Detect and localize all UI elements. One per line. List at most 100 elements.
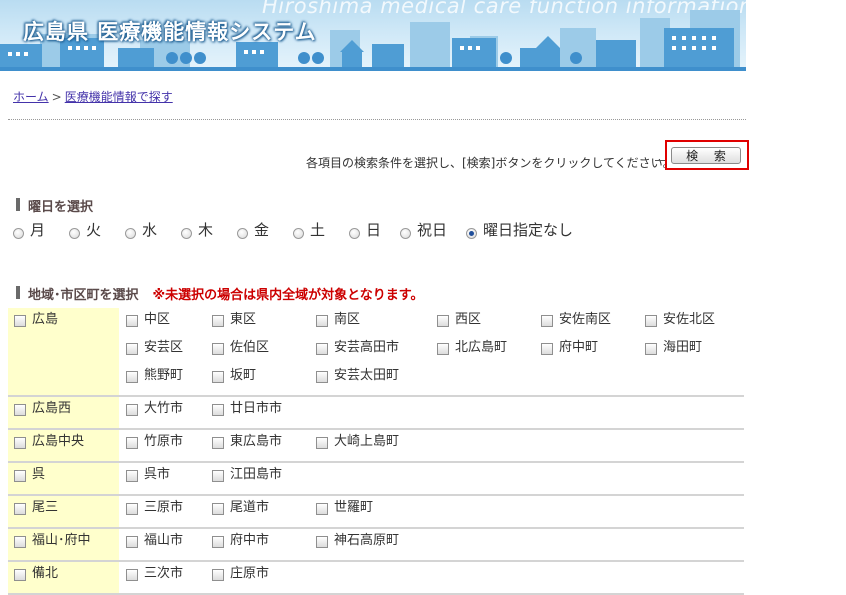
search-instruction: 各項目の検索条件を選択し、[検索]ボタンをクリックしてください。 [306, 156, 675, 170]
area-label: 安佐北区 [663, 312, 716, 327]
area-checkbox[interactable] [126, 343, 138, 355]
area-checkbox[interactable] [126, 404, 138, 416]
area-checkbox[interactable] [316, 315, 328, 327]
breadcrumb-separator: > [51, 90, 62, 104]
region-checkbox[interactable] [14, 315, 26, 327]
area-checkbox[interactable] [316, 371, 328, 383]
area-label: 大竹市 [144, 401, 184, 416]
area-checkbox[interactable] [126, 315, 138, 327]
area-checkbox[interactable] [316, 437, 328, 449]
heading-bar-marker [16, 198, 20, 211]
region-row: 呉 呉市 江田島市 [8, 463, 744, 496]
region-cell: 尾三 [8, 496, 119, 527]
area-checkbox[interactable] [212, 536, 224, 548]
search-button[interactable]: 検 索 [671, 147, 741, 164]
area-label: 大崎上島町 [334, 434, 400, 449]
area-label: 中区 [144, 312, 171, 327]
area-checkbox[interactable] [212, 470, 224, 482]
day-radio[interactable] [400, 228, 411, 239]
area-label: 安芸区 [144, 340, 184, 355]
region-label: 呉 [32, 467, 46, 482]
region-cell: 広島中央 [8, 430, 119, 461]
day-radio[interactable] [466, 228, 477, 239]
day-radio[interactable] [125, 228, 136, 239]
area-label: 北広島町 [455, 340, 508, 355]
area-label: 西区 [455, 312, 482, 327]
area-heading-text: 地域･市区町を選択 [28, 288, 139, 303]
area-label: 三原市 [144, 500, 184, 515]
region-cell: 備北 [8, 562, 119, 593]
region-checkbox[interactable] [14, 470, 26, 482]
area-checkbox[interactable] [437, 315, 449, 327]
day-option-label: 木 [198, 221, 214, 239]
breadcrumb-home-link[interactable]: ホーム [13, 90, 49, 104]
area-checkbox[interactable] [126, 470, 138, 482]
area-checkbox[interactable] [212, 437, 224, 449]
day-option-label: 水 [142, 221, 158, 239]
day-heading-text: 曜日を選択 [28, 200, 94, 215]
area-checkbox[interactable] [126, 569, 138, 581]
area-checkbox[interactable] [316, 503, 328, 515]
area-label: 東区 [230, 312, 257, 327]
area-label: 海田町 [663, 340, 703, 355]
area-checkbox[interactable] [126, 371, 138, 383]
region-checkbox[interactable] [14, 404, 26, 416]
area-label: 安佐南区 [559, 312, 612, 327]
area-checkbox[interactable] [212, 315, 224, 327]
region-checkbox[interactable] [14, 536, 26, 548]
day-radio[interactable] [69, 228, 80, 239]
day-option-label: 日 [366, 221, 382, 239]
region-label: 広島 [32, 312, 59, 327]
region-row: 尾三 三原市 尾道市 世羅町 [8, 496, 744, 529]
area-checkbox[interactable] [645, 343, 657, 355]
region-cell: 呉 [8, 463, 119, 494]
area-checkbox[interactable] [645, 315, 657, 327]
area-label: 庄原市 [230, 566, 270, 581]
area-label: 神石高原町 [334, 533, 400, 548]
region-cell: 広島 [8, 308, 119, 395]
day-radio[interactable] [349, 228, 360, 239]
area-label: 熊野町 [144, 368, 184, 383]
area-label: 府中町 [559, 340, 599, 355]
region-checkbox[interactable] [14, 503, 26, 515]
area-label: 廿日市市 [230, 401, 283, 416]
breadcrumb: ホーム > 医療機能情報で探す [13, 88, 173, 105]
region-row: 福山･府中 福山市 府中市 神石高原町 [8, 529, 744, 562]
header-title: 広島県 医療機能情報システム [23, 20, 317, 44]
area-checkbox[interactable] [126, 437, 138, 449]
day-radio[interactable] [293, 228, 304, 239]
region-checkbox[interactable] [14, 569, 26, 581]
area-checkbox[interactable] [541, 343, 553, 355]
area-label: 安芸高田市 [334, 340, 400, 355]
area-checkbox[interactable] [541, 315, 553, 327]
day-option-label: 火 [86, 221, 102, 239]
area-checkbox[interactable] [212, 371, 224, 383]
area-selection-table: 広島 中区 東区 南区 西区 安佐南区 安佐北区 安芸区 佐伯区 安芸高田市 北広島町 府中町 海田町熊… [8, 308, 744, 595]
area-checkbox[interactable] [126, 536, 138, 548]
area-checkbox[interactable] [212, 503, 224, 515]
area-label: 尾道市 [230, 500, 270, 515]
area-checkbox[interactable] [316, 343, 328, 355]
day-radio[interactable] [181, 228, 192, 239]
region-row: 備北 三次市 庄原市 [8, 562, 744, 595]
dotted-divider [8, 119, 746, 120]
area-checkbox[interactable] [212, 343, 224, 355]
area-label: 府中市 [230, 533, 270, 548]
day-option-label: 祝日 [417, 221, 448, 239]
region-label: 広島中央 [32, 434, 85, 449]
breadcrumb-current-link[interactable]: 医療機能情報で探す [65, 90, 173, 104]
area-label: 呉市 [144, 467, 171, 482]
area-checkbox[interactable] [126, 503, 138, 515]
area-checkbox[interactable] [437, 343, 449, 355]
area-checkbox[interactable] [212, 404, 224, 416]
day-radio[interactable] [237, 228, 248, 239]
area-label: 竹原市 [144, 434, 184, 449]
region-row: 広島西 大竹市 廿日市市 [8, 397, 744, 430]
area-checkbox[interactable] [212, 569, 224, 581]
day-radio[interactable] [13, 228, 24, 239]
area-label: 世羅町 [334, 500, 374, 515]
area-checkbox[interactable] [316, 536, 328, 548]
region-checkbox[interactable] [14, 437, 26, 449]
day-option-label: 曜日指定なし [483, 221, 574, 239]
area-label: 江田島市 [230, 467, 283, 482]
